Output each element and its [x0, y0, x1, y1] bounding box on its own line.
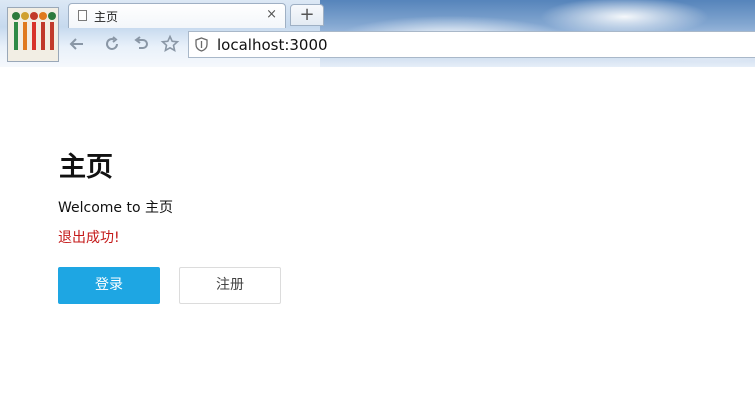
reload-icon[interactable]	[101, 34, 123, 56]
address-text[interactable]: localhost:3000	[217, 36, 328, 54]
tassel-ornament	[12, 12, 20, 50]
bookmark-star-icon[interactable]	[159, 34, 181, 56]
tassel-ornament	[30, 12, 38, 50]
back-icon[interactable]	[66, 34, 88, 56]
undo-icon[interactable]	[130, 34, 152, 56]
browser-avatar[interactable]	[7, 7, 59, 62]
login-button[interactable]: 登录	[58, 267, 160, 304]
tassel-ornament	[39, 12, 47, 50]
page-icon	[78, 10, 87, 21]
tassel-ornament	[48, 12, 56, 50]
browser-chrome: 主页 × + localhost:3000	[0, 0, 755, 67]
address-bar[interactable]: localhost:3000	[188, 31, 755, 58]
page-content: 主页 Welcome to 主页 退出成功! 登录 注册	[0, 67, 755, 412]
shield-icon	[195, 37, 208, 52]
welcome-text: Welcome to 主页	[58, 200, 173, 216]
tab-title: 主页	[94, 10, 119, 24]
close-icon[interactable]: ×	[266, 7, 277, 23]
new-tab-button[interactable]: +	[290, 4, 324, 26]
tassel-ornament	[21, 12, 29, 50]
logout-success-message: 退出成功!	[58, 230, 120, 246]
register-button[interactable]: 注册	[179, 267, 281, 304]
page-title: 主页	[59, 152, 113, 183]
browser-tab[interactable]: 主页 ×	[68, 3, 286, 28]
